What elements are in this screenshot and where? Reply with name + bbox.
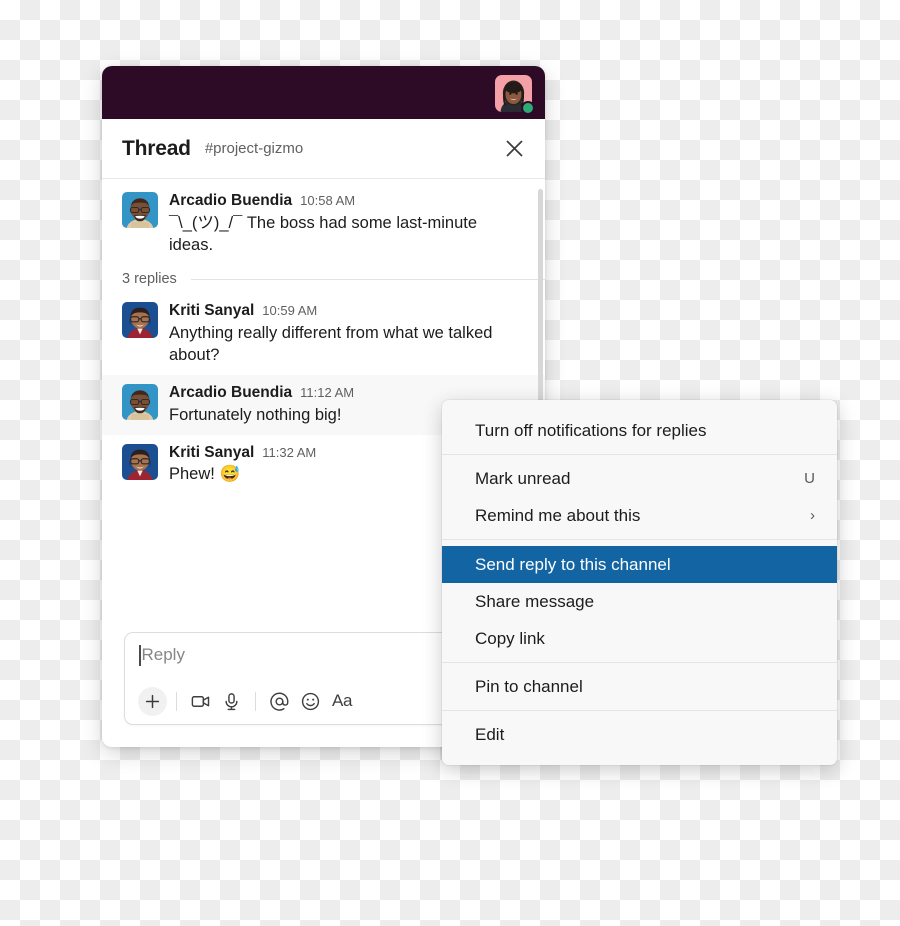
menu-item-remind-me-about-this[interactable]: Remind me about this ›: [442, 497, 837, 534]
thread-reply-message[interactable]: Kriti Sanyal 10:59 AM Anything really di…: [102, 293, 545, 375]
workspace-topbar: [102, 66, 545, 119]
message-author[interactable]: Arcadio Buendia: [169, 192, 292, 211]
thread-header: Thread #project-gizmo: [102, 119, 545, 179]
message-meta: Kriti Sanyal 10:59 AM: [169, 302, 525, 321]
user-avatar-button[interactable]: [495, 75, 535, 115]
message-context-menu: Turn off notifications for replies Mark …: [442, 400, 837, 765]
menu-item-share-message[interactable]: Share message: [442, 583, 837, 620]
message-text: ¯\_(ツ)_/¯ The boss had some last-minute …: [169, 213, 478, 255]
microphone-icon[interactable]: [217, 687, 246, 716]
presence-indicator-online: [521, 101, 535, 115]
channel-name: #project-gizmo: [204, 140, 304, 157]
menu-item-label: Turn off notifications for replies: [475, 420, 707, 440]
avatar-arcadio-image: [122, 384, 158, 421]
menu-group: Pin to channel: [442, 663, 837, 710]
video-camera-glyph: [191, 695, 210, 707]
message-text: Anything really different from what we t…: [169, 323, 493, 365]
menu-item-label: Edit: [475, 724, 505, 744]
message-timestamp[interactable]: 10:59 AM: [262, 303, 317, 319]
message-timestamp[interactable]: 10:58 AM: [300, 193, 355, 209]
smiley-icon[interactable]: [296, 687, 325, 716]
keyboard-shortcut: U: [804, 470, 815, 487]
reply-input-placeholder: Reply: [141, 645, 185, 664]
avatar-arcadio-image: [122, 192, 158, 228]
message-author[interactable]: Kriti Sanyal: [169, 302, 254, 321]
message-meta: Arcadio Buendia 10:58 AM: [169, 192, 525, 211]
avatar: [122, 443, 158, 480]
menu-item-label: Pin to channel: [475, 676, 583, 696]
avatar-kriti-image: [122, 302, 158, 339]
message-body: Arcadio Buendia 10:58 AM ¯\_(ツ)_/¯ The b…: [169, 192, 525, 257]
menu-group: Turn off notifications for replies: [442, 407, 837, 454]
menu-item-pin-to-channel[interactable]: Pin to channel: [442, 668, 837, 705]
plus-glyph: [145, 694, 160, 708]
message-body: Kriti Sanyal 10:59 AM Anything really di…: [169, 302, 525, 367]
replies-divider: 3 replies: [102, 265, 545, 293]
avatar: [122, 384, 158, 421]
menu-item-edit[interactable]: Edit: [442, 716, 837, 753]
text-formatting-icon[interactable]: Aa: [327, 687, 357, 716]
menu-item-copy-link[interactable]: Copy link: [442, 620, 837, 657]
message-author[interactable]: Kriti Sanyal: [169, 444, 254, 463]
at-sign-glyph: [270, 692, 289, 711]
video-camera-icon[interactable]: [186, 687, 215, 716]
menu-item-turn-off-notifications[interactable]: Turn off notifications for replies: [442, 412, 837, 449]
message-author[interactable]: Arcadio Buendia: [169, 384, 292, 403]
menu-item-mark-unread[interactable]: Mark unread U: [442, 460, 837, 497]
smiley-glyph: [301, 692, 320, 710]
at-sign-icon[interactable]: [265, 687, 294, 716]
menu-item-send-reply-to-this-channel[interactable]: Send reply to this channel: [442, 546, 837, 583]
message-list-scrollbar[interactable]: [538, 189, 543, 419]
menu-item-label: Mark unread: [475, 468, 571, 488]
close-icon[interactable]: [501, 136, 527, 162]
menu-item-label: Share message: [475, 591, 595, 611]
menu-item-label: Copy link: [475, 628, 545, 648]
toolbar-divider: [255, 691, 256, 711]
menu-group: Send reply to this channel Share message…: [442, 540, 837, 662]
menu-item-label: Remind me about this: [475, 505, 641, 525]
avatar-kriti-image: [122, 443, 158, 480]
toolbar-divider: [176, 691, 177, 711]
thread-root-message[interactable]: Arcadio Buendia 10:58 AM ¯\_(ツ)_/¯ The b…: [102, 179, 545, 265]
avatar: [122, 192, 158, 228]
page-title: Thread: [122, 136, 191, 160]
plus-icon[interactable]: [138, 686, 167, 716]
avatar: [122, 302, 158, 339]
replies-count-label: 3 replies: [122, 271, 177, 288]
message-timestamp[interactable]: 11:32 AM: [262, 445, 316, 461]
text-caret: [139, 645, 141, 666]
close-glyph: [506, 140, 522, 157]
microphone-glyph: [225, 692, 238, 710]
menu-group: Edit: [442, 711, 837, 758]
menu-item-label: Send reply to this channel: [475, 554, 671, 574]
chevron-right-icon: ›: [810, 507, 815, 524]
message-timestamp[interactable]: 11:12 AM: [300, 385, 354, 401]
menu-group: Mark unread U Remind me about this ›: [442, 455, 837, 539]
divider-rule: [190, 278, 545, 280]
